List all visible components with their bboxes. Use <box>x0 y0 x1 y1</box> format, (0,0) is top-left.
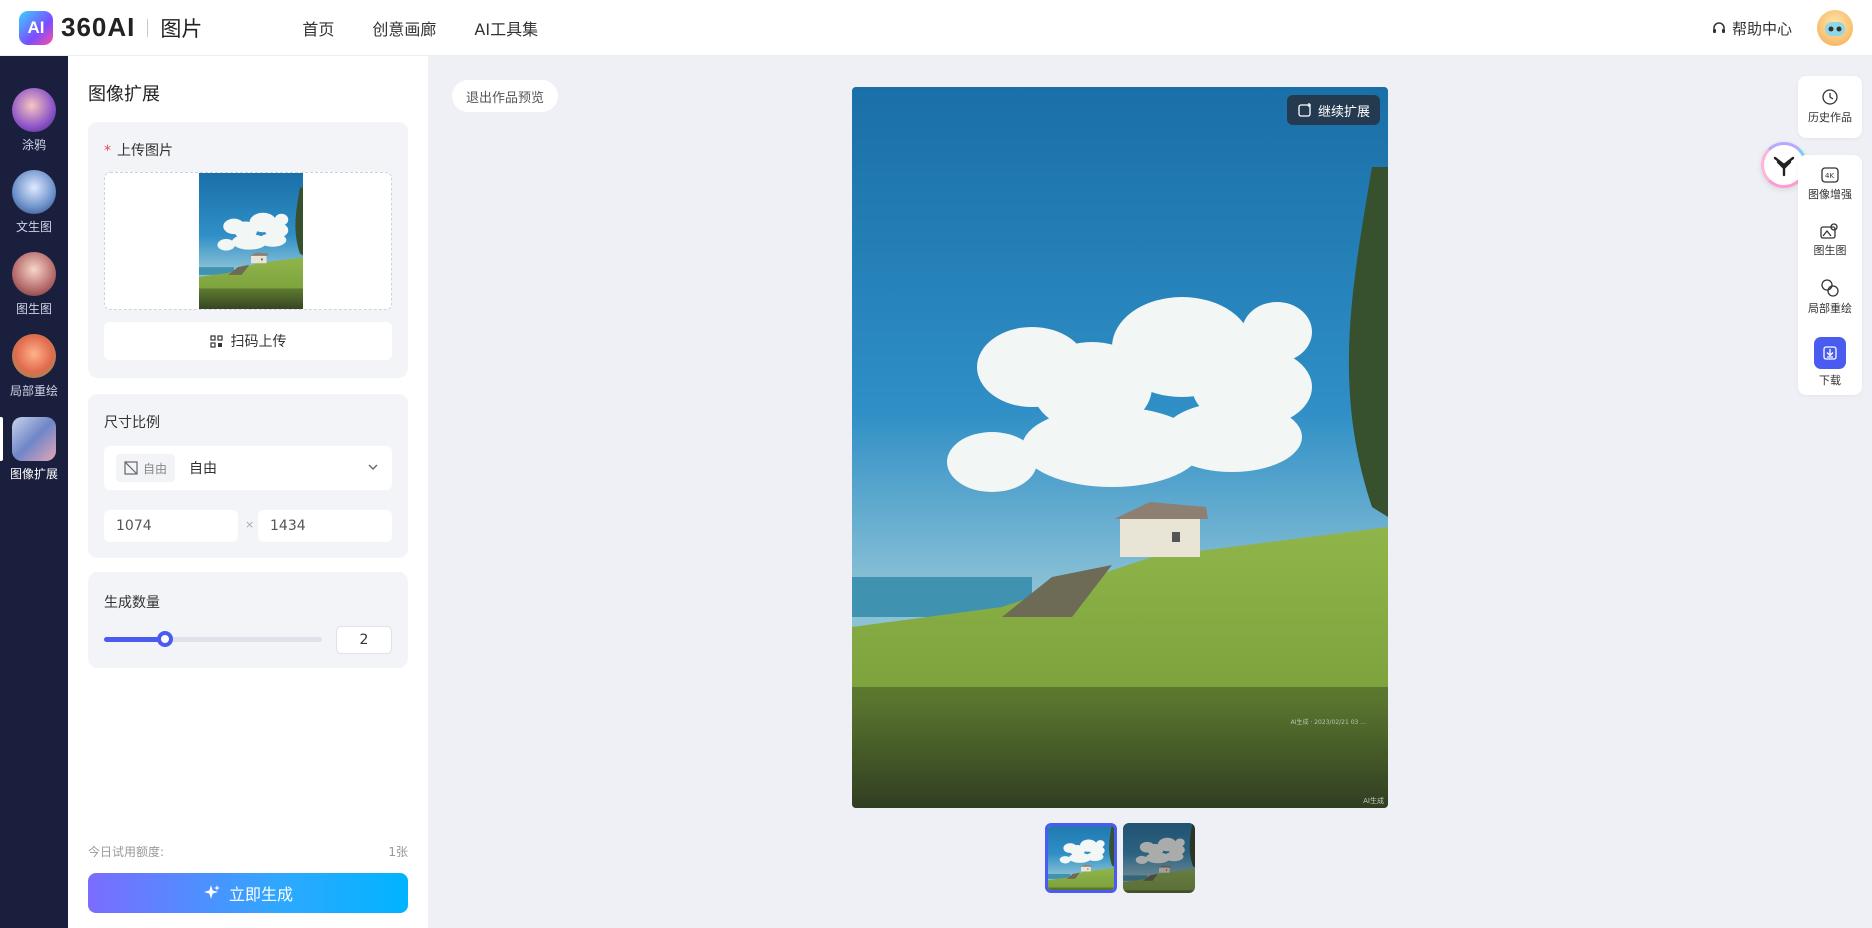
chevron-down-icon <box>368 464 378 470</box>
count-slider-fill <box>104 637 166 642</box>
help-center-link[interactable]: 帮助中心 <box>1711 18 1792 39</box>
inpaint-button[interactable]: 局部重绘 <box>1798 279 1862 316</box>
ai-expand-icon <box>1298 103 1311 117</box>
scan-upload-button[interactable]: 扫码上传 <box>104 322 392 360</box>
uploaded-image <box>199 173 303 309</box>
img2img-label: 图生图 <box>1813 244 1847 257</box>
rail-item-inpaint[interactable]: 局部重绘 <box>0 334 68 399</box>
rail-thumb-text2img <box>12 170 56 214</box>
generate-label: 立即生成 <box>228 885 293 904</box>
generate-button[interactable]: 立即生成 <box>88 873 408 913</box>
upload-label-text: 上传图片 <box>117 143 173 159</box>
enhance-label: 图像增强 <box>1808 188 1852 201</box>
rail-item-text2img[interactable]: 文生图 <box>0 170 68 235</box>
ratio-card: 尺寸比例 自由 自由 × <box>88 394 408 558</box>
download-icon <box>1814 337 1846 369</box>
upload-label: * 上传图片 <box>104 140 173 160</box>
rail-thumb-img2img <box>12 252 56 296</box>
clock-icon <box>1822 89 1838 105</box>
sparkle-icon <box>203 885 220 899</box>
ratio-chip-label: 自由 <box>143 461 168 476</box>
download-button[interactable]: 下载 <box>1798 337 1862 388</box>
assistant-logo-icon <box>1773 156 1795 177</box>
count-slider-track[interactable] <box>104 631 322 647</box>
count-label: 生成数量 <box>104 595 160 611</box>
download-label: 下载 <box>1819 374 1841 387</box>
help-label: 帮助中心 <box>1731 20 1792 38</box>
inpaint-label: 局部重绘 <box>1808 302 1852 315</box>
rail-thumb-inpaint <box>12 334 56 378</box>
robot-face-icon <box>1825 22 1845 36</box>
nav-gallery[interactable]: 创意画廊 <box>372 16 436 40</box>
quota-label: 今日试用额度: <box>88 845 165 859</box>
free-ratio-icon <box>124 461 138 475</box>
enhance-button[interactable]: 4K 图像增强 <box>1798 167 1862 202</box>
tools-card: 4K 图像增强 图生图 局部重绘 下载 <box>1798 155 1862 395</box>
upload-card: * 上传图片 扫码上传 <box>88 122 408 378</box>
history-label: 历史作品 <box>1808 111 1852 124</box>
history-button[interactable]: 历史作品 <box>1798 88 1862 125</box>
exit-preview-button[interactable]: 退出作品预览 <box>452 80 559 112</box>
4k-icon: 4K <box>1821 167 1839 183</box>
result-thumbnail-2[interactable] <box>1123 823 1195 893</box>
rail-item-img2img[interactable]: 图生图 <box>0 252 68 317</box>
logo[interactable]: AI 360AI 图片 <box>19 10 203 45</box>
ratio-select[interactable]: 自由 自由 <box>104 446 392 490</box>
nav-home[interactable]: 首页 <box>302 16 334 40</box>
thumbnail-1-image <box>1048 826 1114 890</box>
nav-ai-tools[interactable]: AI工具集 <box>474 16 538 40</box>
count-card: 生成数量 2 <box>88 572 408 668</box>
ratio-chip: 自由 <box>116 454 176 482</box>
scan-upload-label: 扫码上传 <box>230 334 287 350</box>
rail-item-outpaint[interactable]: 图像扩展 <box>0 417 68 482</box>
upload-dropzone[interactable] <box>104 172 392 310</box>
img2img-button[interactable]: 图生图 <box>1798 223 1862 258</box>
image-mountain-icon <box>1820 223 1838 239</box>
height-input[interactable] <box>258 510 392 542</box>
qr-code-icon <box>209 334 223 348</box>
logo-mark: AI <box>19 10 53 45</box>
count-slider-handle[interactable] <box>157 631 174 647</box>
rail-item-doodle[interactable]: 涂鸦 <box>0 88 68 153</box>
logo-subtitle: 图片 <box>160 16 203 41</box>
history-card: 历史作品 <box>1798 76 1862 138</box>
thumbnail-2-image <box>1123 823 1195 893</box>
brush-circles-icon <box>1821 279 1839 297</box>
dimension-separator: × <box>245 518 255 531</box>
panel-title: 图像扩展 <box>88 84 160 105</box>
ratio-label: 尺寸比例 <box>104 415 160 431</box>
result-preview: 继续扩展 AI生成 · 2023/02/21 03 ... AI生成 <box>852 87 1388 808</box>
required-mark: * <box>104 143 111 159</box>
ratio-select-value: 自由 <box>189 461 218 477</box>
svg-text:4K: 4K <box>1825 172 1834 180</box>
continue-expand-label: 继续扩展 <box>1317 104 1370 120</box>
rail-thumb-outpaint <box>12 417 56 461</box>
quota-row: 今日试用额度: 1张 <box>88 843 408 860</box>
rail-label-img2img: 图生图 <box>15 302 52 316</box>
continue-expand-button[interactable]: 继续扩展 <box>1286 95 1380 125</box>
quota-value: 1张 <box>388 845 408 859</box>
result-image <box>852 87 1388 808</box>
image-watermark-detail: AI生成 · 2023/02/21 03 ... <box>1290 719 1366 726</box>
main-nav: 首页 创意画廊 AI工具集 <box>302 16 576 40</box>
rail-label-outpaint: 图像扩展 <box>9 467 58 481</box>
rail-label-doodle: 涂鸦 <box>21 138 46 152</box>
tool-rail: 涂鸦 文生图 图生图 局部重绘 图像扩展 <box>0 56 68 928</box>
logo-text: 360AI <box>61 12 136 42</box>
width-input[interactable] <box>104 510 238 542</box>
rail-label-text2img: 文生图 <box>15 220 52 234</box>
result-thumbnail-1[interactable] <box>1045 823 1117 893</box>
count-input[interactable]: 2 <box>336 626 392 654</box>
rail-label-inpaint: 局部重绘 <box>9 384 58 398</box>
image-watermark: AI生成 <box>1363 797 1384 805</box>
headset-icon <box>1712 21 1725 33</box>
logo-divider <box>147 18 149 37</box>
rail-thumb-doodle <box>12 88 56 132</box>
top-header: AI 360AI 图片 首页 创意画廊 AI工具集 帮助中心 <box>0 0 1872 56</box>
settings-panel: 图像扩展 * 上传图片 扫码上传 尺寸比例 自由 自由 × 生成数量 <box>68 56 428 928</box>
user-avatar[interactable] <box>1817 10 1853 46</box>
